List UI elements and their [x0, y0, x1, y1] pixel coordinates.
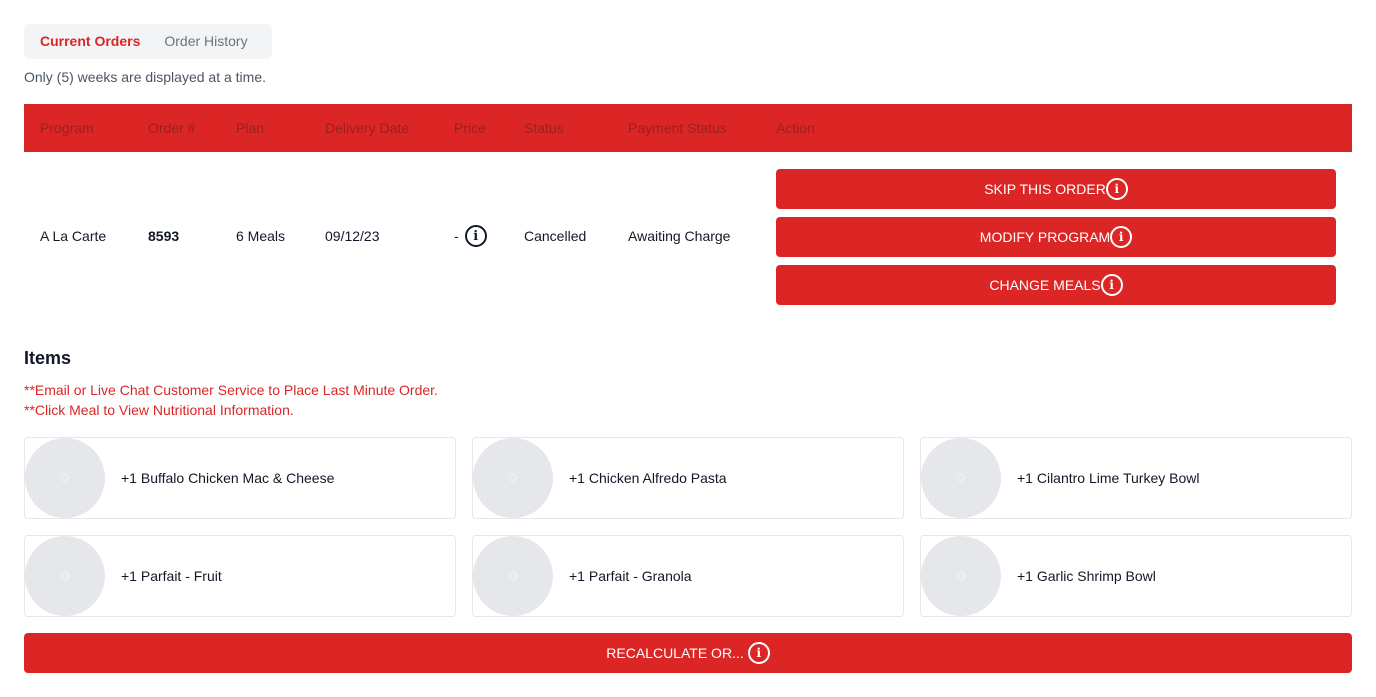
- meal-name: +1 Parfait - Granola: [569, 568, 692, 584]
- meal-name: +1 Chicken Alfredo Pasta: [569, 470, 727, 486]
- meal-card[interactable]: +1 Buffalo Chicken Mac & Cheese: [24, 437, 456, 519]
- column-header-order-number: Order #: [148, 120, 196, 136]
- modify-program-label: MODIFY PROGRAM: [979, 229, 1111, 245]
- skip-order-button[interactable]: SKIP THIS ORDER i: [776, 169, 1336, 209]
- column-header-delivery-date: Delivery Date: [325, 120, 410, 136]
- tab-current-orders[interactable]: Current Orders: [24, 24, 152, 59]
- modify-program-button[interactable]: MODIFY PROGRAM i: [776, 217, 1336, 257]
- change-meals-label: CHANGE MEALS: [989, 277, 1101, 293]
- weeks-notice: Only (5) weeks are displayed at a time.: [24, 69, 266, 85]
- column-header-program: Program: [40, 120, 94, 136]
- order-number-cell: 8593: [148, 228, 180, 244]
- program-cell: A La Carte: [40, 228, 107, 244]
- info-icon: i: [747, 642, 770, 664]
- meal-image-placeholder: [473, 536, 553, 616]
- meal-card[interactable]: +1 Chicken Alfredo Pasta: [472, 437, 904, 519]
- meal-image-placeholder: [921, 438, 1001, 518]
- column-header-status: Status: [524, 120, 564, 136]
- skip-order-label: SKIP THIS ORDER: [984, 181, 1106, 197]
- payment-status-cell: Awaiting Charge: [628, 228, 731, 244]
- meal-image-placeholder: [473, 438, 553, 518]
- last-minute-order-note: **Email or Live Chat Customer Service to…: [24, 382, 438, 398]
- nutrition-info-note: **Click Meal to View Nutritional Informa…: [24, 402, 294, 418]
- order-tabs: Current Orders Order History: [24, 24, 272, 59]
- meal-image-placeholder: [25, 438, 105, 518]
- meal-name: +1 Parfait - Fruit: [121, 568, 222, 584]
- info-icon: i: [1110, 226, 1133, 248]
- recalculate-order-button[interactable]: RECALCULATE OR... i: [24, 633, 1352, 673]
- info-icon: i: [1100, 274, 1123, 296]
- info-icon: i: [1105, 178, 1128, 200]
- column-header-price: Price: [454, 120, 486, 136]
- items-heading: Items: [24, 348, 72, 368]
- meal-card[interactable]: +1 Parfait - Fruit: [24, 535, 456, 617]
- tab-order-history[interactable]: Order History: [152, 24, 259, 59]
- recalculate-label: RECALCULATE OR...: [606, 645, 744, 661]
- meal-card[interactable]: +1 Garlic Shrimp Bowl: [920, 535, 1352, 617]
- orders-table-header: Program Order # Plan Delivery Date Price…: [24, 104, 1352, 152]
- meal-image-placeholder: [921, 536, 1001, 616]
- delivery-date-cell: 09/12/23: [325, 228, 380, 244]
- price-value: -: [454, 228, 459, 244]
- meal-image-placeholder: [25, 536, 105, 616]
- meal-name: +1 Garlic Shrimp Bowl: [1017, 568, 1156, 584]
- column-header-action: Action: [776, 120, 815, 136]
- plan-cell: 6 Meals: [236, 228, 286, 244]
- meal-card[interactable]: +1 Cilantro Lime Turkey Bowl: [920, 437, 1352, 519]
- change-meals-button[interactable]: CHANGE MEALS i: [776, 265, 1336, 305]
- info-icon[interactable]: i: [464, 225, 487, 247]
- meal-card[interactable]: +1 Parfait - Granola: [472, 535, 904, 617]
- column-header-payment-status: Payment Status: [628, 120, 727, 136]
- status-cell: Cancelled: [524, 228, 587, 244]
- meal-name: +1 Buffalo Chicken Mac & Cheese: [121, 470, 335, 486]
- table-row: A La Carte 8593 6 Meals 09/12/23 - i Can…: [24, 152, 1352, 320]
- meal-name: +1 Cilantro Lime Turkey Bowl: [1017, 470, 1200, 486]
- price-cell: - i: [454, 225, 487, 247]
- column-header-plan: Plan: [236, 120, 265, 136]
